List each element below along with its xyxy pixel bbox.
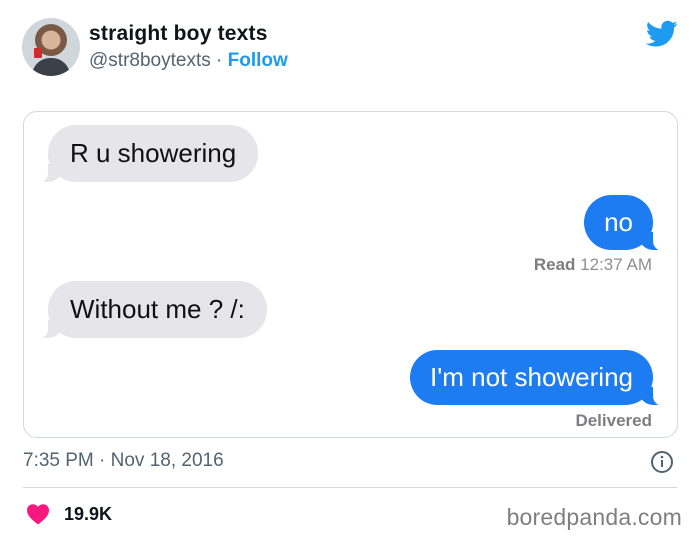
watermark: boredpanda.com (506, 504, 682, 530)
read-receipt: Read 12:37 AM (534, 255, 652, 275)
read-time: 12:37 AM (580, 255, 652, 274)
avatar[interactable] (22, 18, 80, 76)
message-screenshot: R u showering no Read 12:37 AM Without m… (23, 111, 678, 438)
separator-dot: · (216, 50, 223, 71)
incoming-message: Without me ? /: (36, 281, 267, 339)
avatar-shirt (32, 58, 70, 76)
heart-icon[interactable] (26, 503, 50, 525)
divider (23, 487, 677, 488)
user-handle[interactable]: @str8boytexts (89, 50, 211, 71)
like-button[interactable]: 19.9K (26, 503, 112, 525)
display-name[interactable]: straight boy texts (89, 22, 268, 46)
delivered-receipt: Delivered (575, 411, 652, 430)
like-count: 19.9K (64, 503, 113, 524)
twitter-bird-icon[interactable] (646, 20, 678, 48)
incoming-message: R u showering (35, 125, 259, 183)
outgoing-message: no (584, 195, 665, 251)
avatar-phone (34, 48, 42, 58)
handle-row: @str8boytexts · Follow (89, 50, 288, 72)
read-label: Read (533, 255, 576, 274)
info-icon[interactable] (650, 450, 674, 474)
follow-button[interactable]: Follow (228, 50, 288, 71)
outgoing-message: I'm not showering (410, 350, 665, 406)
tweet-timestamp[interactable]: 7:35 PM · Nov 18, 2016 (23, 450, 224, 472)
